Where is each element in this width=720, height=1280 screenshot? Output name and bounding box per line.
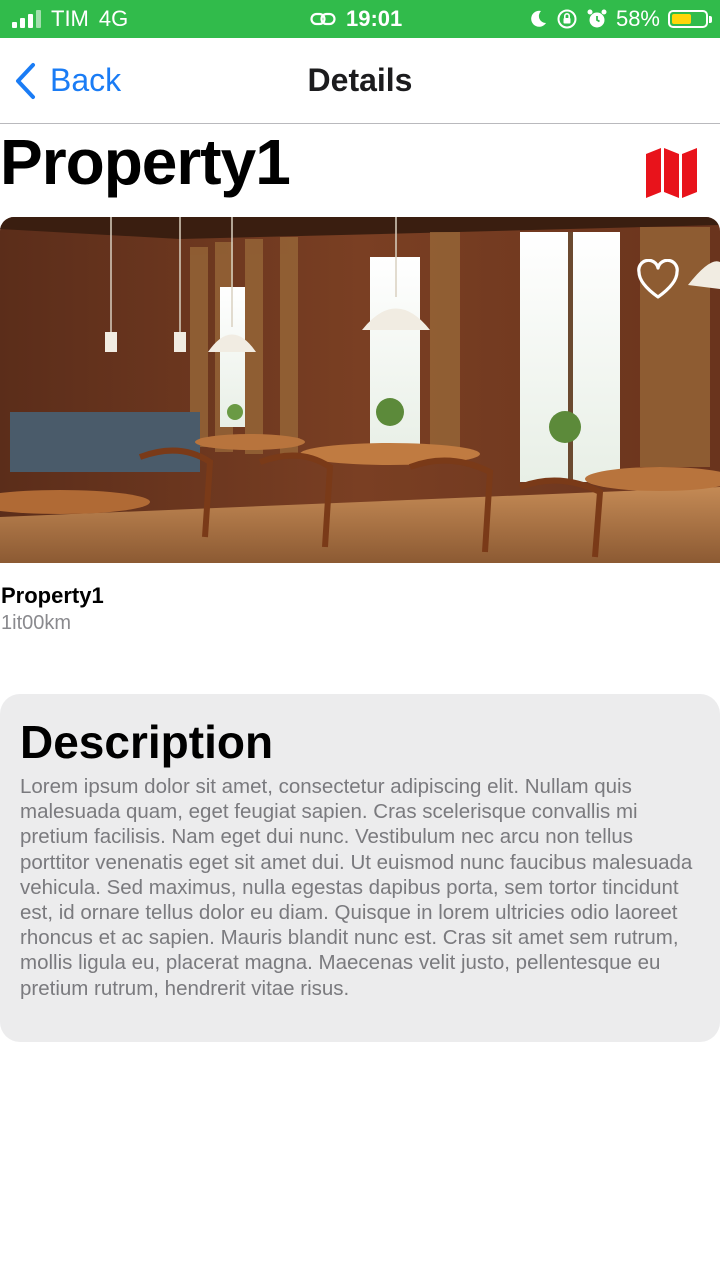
battery-percent: 58% — [615, 6, 660, 31]
back-button[interactable]: Back — [14, 38, 121, 123]
carrier-label: TIM — [51, 6, 89, 31]
battery-icon — [668, 10, 712, 28]
status-left: TIM 4G — [12, 0, 128, 38]
signal-icon — [12, 10, 41, 28]
map-icon[interactable] — [644, 146, 700, 200]
status-center: 19:01 — [310, 0, 402, 38]
property-photo — [0, 217, 720, 563]
description-title: Description — [20, 716, 274, 768]
moon-icon — [531, 10, 546, 27]
status-right: 58% — [528, 0, 712, 38]
alarm-icon — [587, 9, 607, 28]
description-card: Description Lorem ipsum dolor sit amet, … — [0, 694, 720, 1042]
description-text: Lorem ipsum dolor sit amet, consectetur … — [20, 775, 693, 1000]
chevron-left-icon — [16, 62, 35, 99]
clock-time: 19:01 — [346, 6, 403, 31]
network-label: 4G — [98, 6, 129, 31]
page-title: Property1 — [0, 126, 291, 198]
heart-outline-icon[interactable] — [636, 259, 680, 301]
status-bar: TIM 4G 19:01 58% — [0, 0, 720, 38]
navigation-bar: Details Back — [0, 38, 720, 124]
link-icon — [310, 12, 336, 26]
property-distance: 1it00km — [1, 612, 72, 634]
rotation-lock-icon — [557, 9, 577, 29]
property-name: Property1 — [1, 583, 104, 608]
back-label: Back — [50, 62, 122, 98]
